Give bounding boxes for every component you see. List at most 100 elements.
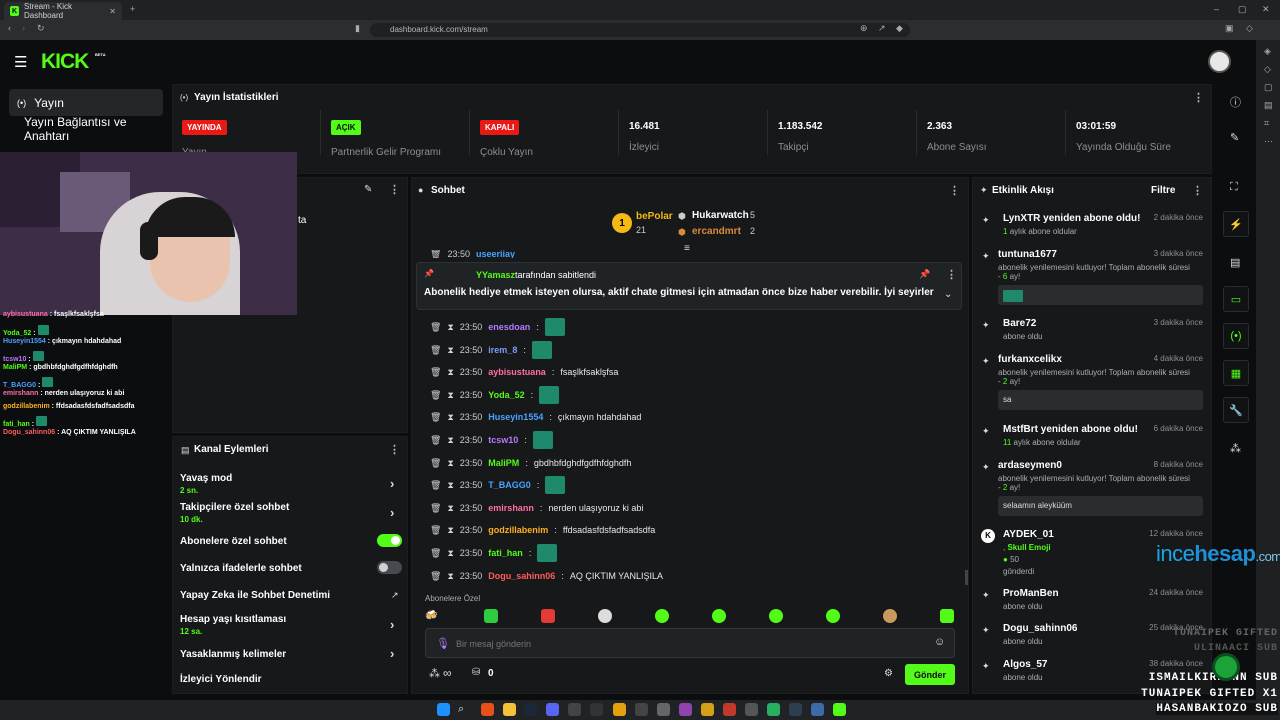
- search-icon[interactable]: ⌕: [458, 703, 471, 716]
- emoji-icon[interactable]: ☺: [934, 636, 945, 648]
- app-icon[interactable]: [723, 703, 736, 716]
- bolt-button[interactable]: ⚡: [1223, 211, 1249, 237]
- sidebar-toggle-icon[interactable]: ▣: [1225, 23, 1234, 34]
- more-icon[interactable]: ⋮: [949, 184, 960, 197]
- chevron-right-icon[interactable]: ›: [390, 505, 394, 520]
- emote-icon[interactable]: [769, 609, 783, 623]
- emote-icon[interactable]: [883, 609, 897, 623]
- share-icon[interactable]: ⁂: [1230, 442, 1241, 455]
- activity-button[interactable]: ▦: [1223, 360, 1249, 386]
- host-item[interactable]: İzleyici Yönlendir: [180, 674, 262, 685]
- kick-logo[interactable]: KICK: [41, 50, 89, 74]
- wrench-button[interactable]: 🔧: [1223, 397, 1249, 423]
- chat-scrollbar[interactable]: [965, 570, 968, 585]
- more-icon[interactable]: ⋮: [389, 183, 400, 196]
- unpin-icon[interactable]: 📌: [919, 269, 930, 280]
- ai-moderation-item[interactable]: Yapay Zeka ile Sohbet Denetimi: [180, 590, 330, 601]
- send-button[interactable]: Gönder: [905, 664, 955, 685]
- leader-name[interactable]: bePolar: [636, 211, 673, 222]
- brave-icon[interactable]: [481, 703, 494, 716]
- avatar[interactable]: [1208, 50, 1231, 73]
- app-icon[interactable]: [767, 703, 780, 716]
- emote-icon[interactable]: [598, 609, 612, 623]
- address-bar[interactable]: dashboard.kick.com/stream: [370, 23, 910, 37]
- banned-words-item[interactable]: Yasaklanmış kelimeler: [180, 649, 286, 660]
- maximize-button[interactable]: ▢: [1238, 4, 1247, 15]
- browser-tab[interactable]: K Stream - Kick Dashboard ✕: [4, 2, 122, 20]
- panel-icon[interactable]: ◈: [1264, 46, 1271, 57]
- emote-icon[interactable]: [940, 609, 954, 623]
- app-icon[interactable]: [590, 703, 603, 716]
- zoom-icon[interactable]: ⊕: [860, 23, 868, 34]
- shield-icon[interactable]: ◆: [896, 23, 903, 34]
- app-icon[interactable]: [657, 703, 670, 716]
- pinned-by-user[interactable]: YYamasz: [476, 270, 515, 280]
- close-window-button[interactable]: ✕: [1262, 4, 1270, 15]
- expand-icon[interactable]: ≡: [684, 243, 690, 254]
- app-icon[interactable]: [679, 703, 692, 716]
- subs-only-toggle[interactable]: [377, 534, 402, 547]
- more-icon[interactable]: ⋮: [1192, 184, 1203, 197]
- app-icon[interactable]: [789, 703, 802, 716]
- app-icon[interactable]: [568, 703, 581, 716]
- edit-icon[interactable]: ✎: [1230, 131, 1239, 144]
- emote-icon[interactable]: [712, 609, 726, 623]
- panel-icon[interactable]: ◇: [1264, 64, 1271, 75]
- info-icon[interactable]: ⓘ: [1230, 94, 1241, 110]
- emote-icon[interactable]: [541, 609, 555, 623]
- app-icon[interactable]: [635, 703, 648, 716]
- document-icon[interactable]: ▤: [1230, 256, 1240, 269]
- steam-icon[interactable]: [524, 703, 537, 716]
- minimize-button[interactable]: –: [1214, 4, 1219, 14]
- panel-icon[interactable]: ⋯: [1264, 136, 1273, 147]
- reload-icon[interactable]: ↻: [37, 23, 45, 34]
- edit-icon[interactable]: ✎: [364, 184, 372, 195]
- emote-icon[interactable]: [484, 609, 498, 623]
- more-icon[interactable]: ⋮: [389, 443, 400, 456]
- kick-app-icon[interactable]: [833, 703, 846, 716]
- sidebar-item-stream-key[interactable]: Yayın Bağlantısı ve Anahtarı: [9, 115, 163, 143]
- chevron-right-icon[interactable]: ›: [390, 617, 394, 632]
- chevron-right-icon[interactable]: ›: [390, 646, 394, 661]
- external-link-icon[interactable]: ↗: [391, 590, 399, 601]
- followers-only-item[interactable]: Takipçilere özel sohbet 10 dk.: [180, 502, 289, 524]
- gift-icon[interactable]: ⛁: [472, 667, 480, 678]
- more-icon[interactable]: ⋮: [946, 268, 957, 281]
- close-tab-icon[interactable]: ✕: [109, 7, 116, 16]
- more-icon[interactable]: ⋮: [1193, 91, 1204, 104]
- panel-icon[interactable]: ▤: [1264, 100, 1273, 111]
- share-icon[interactable]: ↗: [878, 23, 886, 34]
- broadcast-button[interactable]: (•): [1223, 323, 1249, 349]
- leader-name[interactable]: Hukarwatch: [692, 210, 749, 221]
- start-icon[interactable]: [437, 703, 450, 716]
- app-icon[interactable]: [745, 703, 758, 716]
- slow-mode-item[interactable]: Yavaş mod 2 sn.: [180, 473, 232, 495]
- forward-icon[interactable]: ›: [22, 23, 25, 33]
- chat-button[interactable]: ▭: [1223, 286, 1249, 312]
- layout-icon[interactable]: ⛶: [1230, 181, 1238, 194]
- account-age-item[interactable]: Hesap yaşı kısıtlaması 12 sa.: [180, 614, 286, 636]
- chat-input[interactable]: [456, 635, 926, 653]
- back-icon[interactable]: ‹: [8, 23, 11, 33]
- app-icon[interactable]: [613, 703, 626, 716]
- app-icon[interactable]: [701, 703, 714, 716]
- chevron-right-icon[interactable]: ›: [390, 476, 394, 491]
- leader-name[interactable]: ercandmrt: [692, 226, 741, 237]
- panel-icon[interactable]: ▢: [1264, 82, 1273, 93]
- emote-icon[interactable]: 🍻: [425, 610, 437, 621]
- panel-icon[interactable]: ⌗: [1264, 118, 1269, 129]
- chevron-down-icon[interactable]: ⌄: [944, 289, 952, 300]
- discord-icon[interactable]: [546, 703, 559, 716]
- emote-only-toggle[interactable]: [377, 561, 402, 574]
- filter-button[interactable]: Filtre: [1151, 185, 1175, 196]
- bookmark-icon[interactable]: ▮: [355, 23, 360, 34]
- emote-icon[interactable]: [826, 609, 840, 623]
- app-icon[interactable]: [811, 703, 824, 716]
- menu-icon[interactable]: ☰: [14, 53, 27, 71]
- new-tab-button[interactable]: +: [130, 4, 135, 14]
- extensions-icon[interactable]: ◇: [1246, 23, 1253, 34]
- folder-icon[interactable]: [503, 703, 516, 716]
- microphone-icon[interactable]: 🎙: [436, 637, 450, 650]
- sidebar-item-stream[interactable]: (•) Yayın: [9, 89, 163, 116]
- settings-icon[interactable]: ⚙: [884, 668, 893, 679]
